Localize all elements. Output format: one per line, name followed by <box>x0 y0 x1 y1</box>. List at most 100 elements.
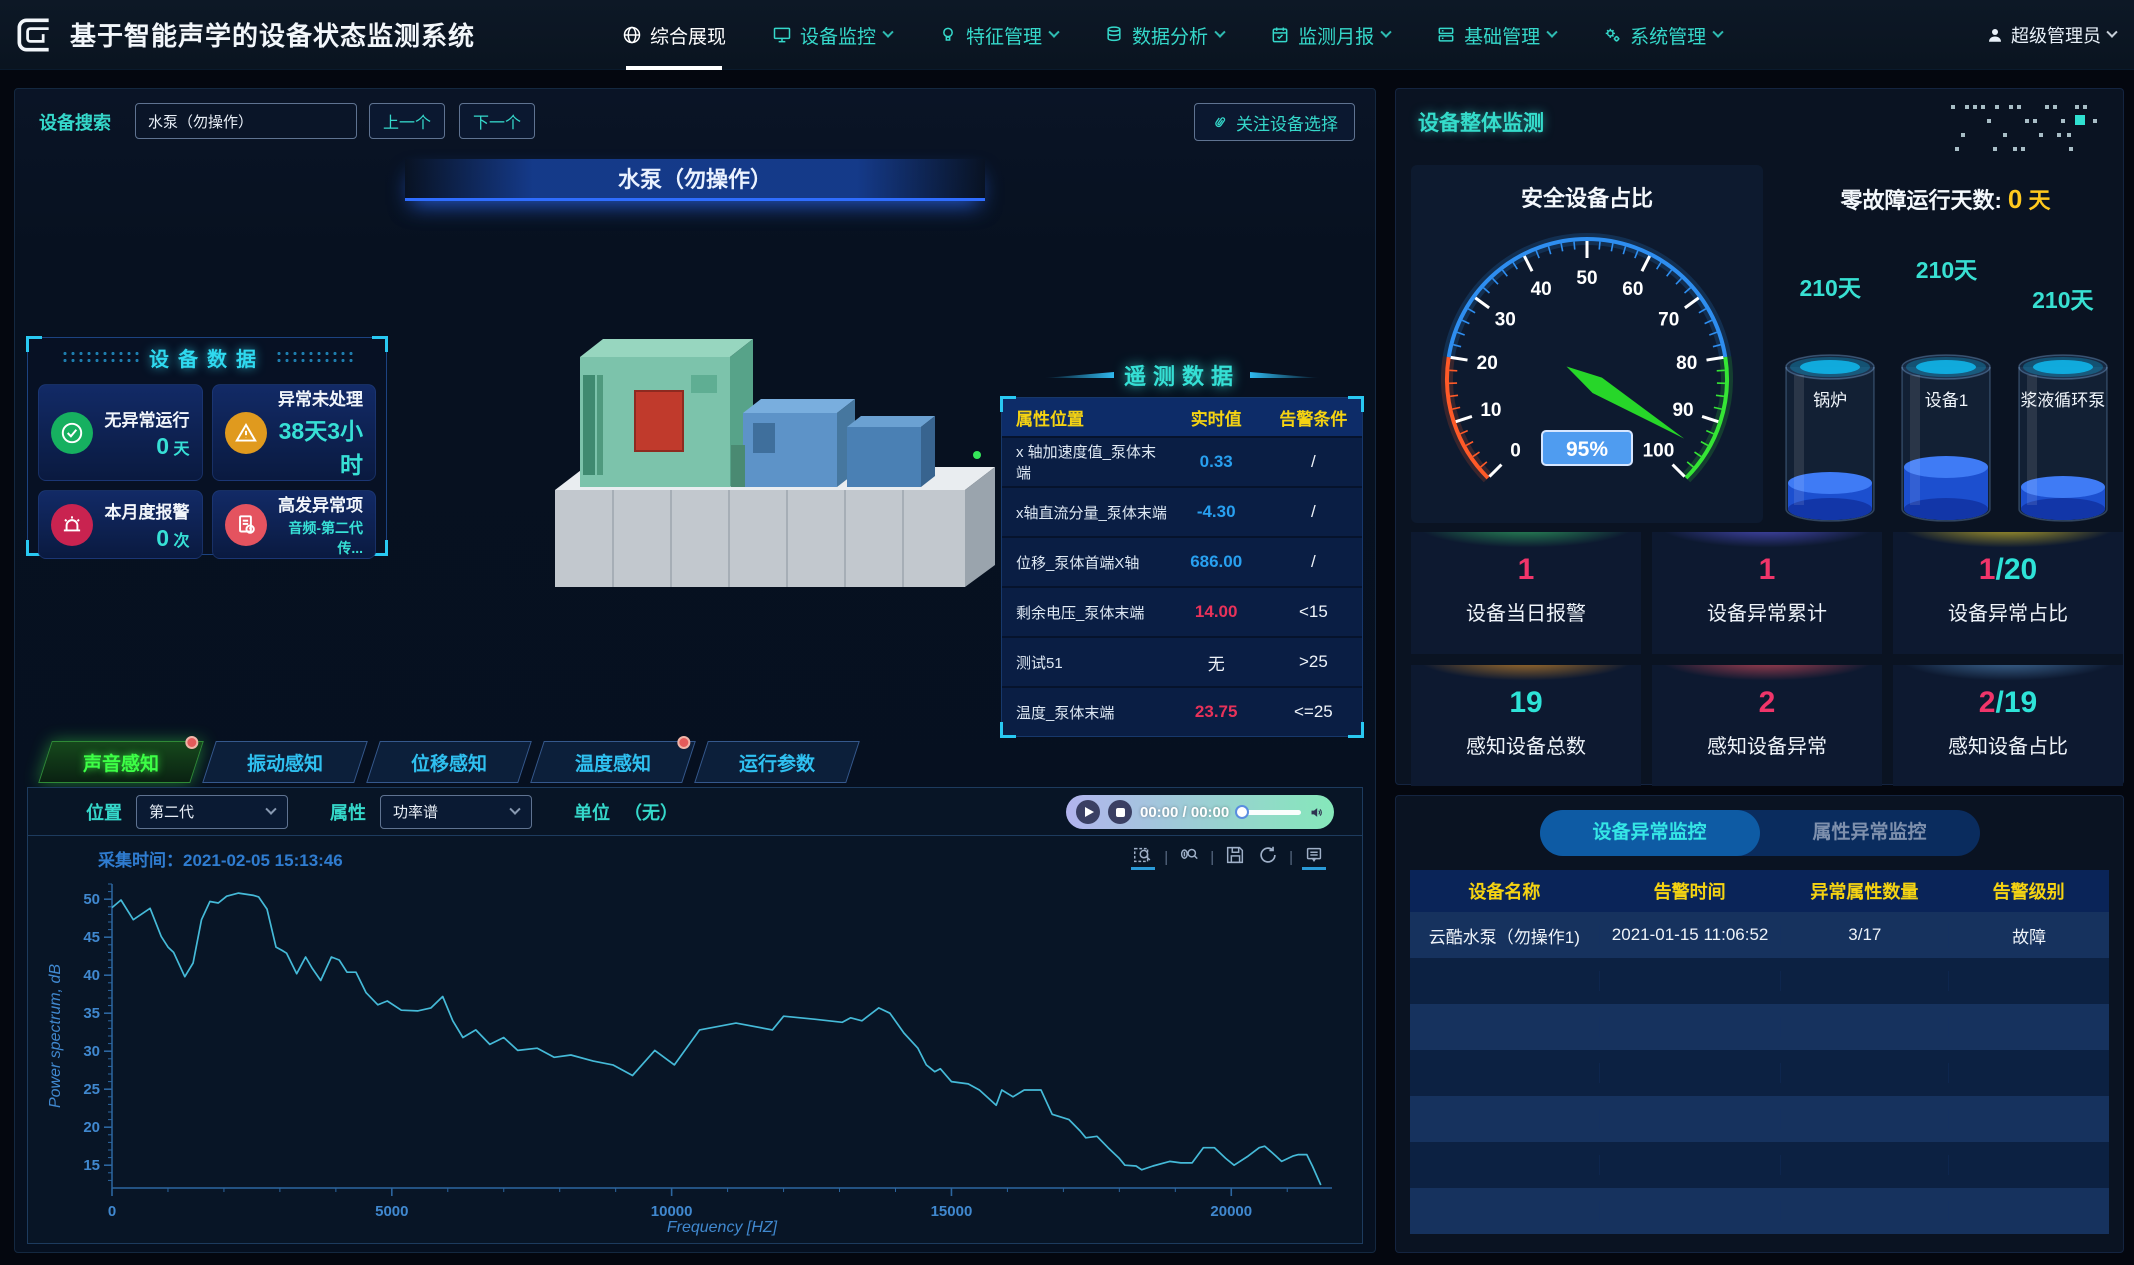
device-data-header: 设备数据 <box>28 338 386 376</box>
unit-value: （无） <box>624 799 678 825</box>
alarm-icon <box>51 504 93 546</box>
alarm-tab-设备异常监控[interactable]: 设备异常监控 <box>1540 810 1760 856</box>
attribute-select[interactable]: 功率谱 <box>380 795 532 829</box>
nav-item-label: 特征管理 <box>966 22 1042 49</box>
alert-badge <box>185 736 198 749</box>
alarm-col-header: 设备名称 <box>1410 878 1599 904</box>
stat-value: 1 <box>1759 553 1776 587</box>
database-icon <box>1104 25 1124 45</box>
svg-text:10: 10 <box>1480 400 1501 421</box>
alarm-row-empty <box>1410 1004 2109 1050</box>
telemetry-col-header: 属性位置 <box>1002 405 1168 430</box>
focus-device-select-button[interactable]: 关注设备选择 <box>1194 103 1355 141</box>
pump-3d-model <box>485 295 1025 595</box>
nav-item-label: 监测月报 <box>1298 22 1374 49</box>
alarm-col-header: 告警时间 <box>1599 878 1781 904</box>
device-data-card-无异常运行: 无异常运行0 天 <box>38 384 203 481</box>
svg-text:95%: 95% <box>1566 438 1608 461</box>
device-data-card-异常未处理: 异常未处理38天3小时 <box>212 384 377 481</box>
refresh-icon[interactable] <box>1256 844 1280 870</box>
telemetry-col-header: 实时值 <box>1168 405 1265 430</box>
speaker-icon <box>1309 803 1324 822</box>
stat-value: 1/20 <box>1979 553 2037 587</box>
cylinder-graphic <box>1778 351 1882 529</box>
zero-fault-value: 0 <box>2008 184 2022 214</box>
svg-text:Power spectrum, dB: Power spectrum, dB <box>47 964 64 1108</box>
nav-item-监测月报[interactable]: 监测月报 <box>1270 0 1390 70</box>
stat-value: 19 <box>1509 686 1542 720</box>
dots-decoration <box>275 350 353 364</box>
nav-item-特征管理[interactable]: 特征管理 <box>938 0 1058 70</box>
svg-text:10000: 10000 <box>651 1203 693 1220</box>
user-name: 超级管理员 <box>2011 22 2101 48</box>
nav-item-设备监控[interactable]: 设备监控 <box>772 0 892 70</box>
card-title: 高发异常项 <box>275 491 364 516</box>
audio-player: 00:00 / 00:00 <box>1066 795 1334 829</box>
stop-icon <box>1116 808 1125 817</box>
stat-label: 设备异常累计 <box>1707 597 1827 626</box>
stat-label: 感知设备占比 <box>1948 730 2068 759</box>
card-value: 38天3小时 <box>275 412 364 480</box>
nav-item-系统管理[interactable]: 系统管理 <box>1602 0 1722 70</box>
capture-time: 采集时间：2021-02-05 15:13:46 <box>98 846 343 871</box>
dots-decoration <box>1947 99 2107 155</box>
user-menu[interactable]: 超级管理员 <box>1986 0 2116 70</box>
stat-tile-感知设备异常: 2感知设备异常 <box>1652 665 1882 787</box>
globe-icon <box>622 25 642 45</box>
stat-tile-设备当日报警: 1设备当日报警 <box>1411 532 1641 654</box>
stop-button[interactable] <box>1108 800 1132 824</box>
slider-knob[interactable] <box>1235 805 1249 819</box>
overall-monitor-card: 设备整体监测 安全设备占比 010203040506070809010095% … <box>1395 88 2124 785</box>
logo-icon <box>12 13 56 57</box>
sense-tabs: 声音感知振动感知位移感知温度感知运行参数 <box>45 741 853 783</box>
navbar: 基于智能声学的设备状态监测系统 综合展现设备监控特征管理数据分析监测月报基础管理… <box>0 0 2134 70</box>
search-label: 设备搜索 <box>39 109 111 135</box>
monitor-icon <box>772 25 792 45</box>
sense-tab-运行参数[interactable]: 运行参数 <box>694 741 860 783</box>
chart-controls: 位置 第二代 属性 功率谱 单位 （无） 00:00 / 00:00 <box>28 788 1362 836</box>
telemetry-row: x 轴加速度值_泵体末端0.33/ <box>1002 436 1362 486</box>
cylinder-days: 210天 <box>1774 269 1886 303</box>
zoom-select-icon[interactable] <box>1131 844 1155 870</box>
sense-tab-振动感知[interactable]: 振动感知 <box>202 741 368 783</box>
safety-gauge: 010203040506070809010095% <box>1414 213 1760 519</box>
user-icon <box>1986 26 2004 44</box>
svg-text:20: 20 <box>1477 353 1498 374</box>
previous-device-button[interactable]: 上一个 <box>369 103 445 139</box>
paperclip-icon <box>1211 114 1228 131</box>
nav-item-label: 设备监控 <box>800 22 876 49</box>
nav-item-基础管理[interactable]: 基础管理 <box>1436 0 1556 70</box>
stat-label: 感知设备异常 <box>1707 730 1827 759</box>
svg-text:90: 90 <box>1672 400 1693 421</box>
position-select[interactable]: 第二代 <box>136 795 288 829</box>
play-button[interactable] <box>1076 800 1100 824</box>
nav-item-综合展现[interactable]: 综合展现 <box>622 0 726 70</box>
safety-gauge-card: 安全设备占比 010203040506070809010095% <box>1411 165 1763 523</box>
save-image-icon[interactable] <box>1223 844 1247 870</box>
chevron-down-icon <box>1380 27 1391 38</box>
alarm-col-header: 告警级别 <box>1948 878 2109 904</box>
data-view-icon[interactable] <box>1302 844 1326 870</box>
svg-text:20000: 20000 <box>1210 1203 1252 1220</box>
model-title-banner: 水泵（勿操作） <box>405 159 985 201</box>
sense-tab-位移感知[interactable]: 位移感知 <box>366 741 532 783</box>
alarm-row-empty <box>1410 1050 2109 1096</box>
nav-item-label: 系统管理 <box>1630 22 1706 49</box>
svg-text:Frequency [HZ]: Frequency [HZ] <box>667 1219 778 1236</box>
alarm-table-header: 设备名称告警时间异常属性数量告警级别 <box>1410 870 2109 912</box>
svg-text:45: 45 <box>83 929 100 946</box>
sense-tab-声音感知[interactable]: 声音感知 <box>38 741 204 783</box>
stat-label: 感知设备总数 <box>1466 730 1586 759</box>
next-device-button[interactable]: 下一个 <box>459 103 535 139</box>
alarm-tabs: 设备异常监控属性异常监控 <box>1540 810 1980 856</box>
svg-text:20: 20 <box>83 1119 100 1136</box>
alarm-tab-属性异常监控[interactable]: 属性异常监控 <box>1760 810 1980 856</box>
play-icon <box>1085 807 1094 817</box>
seek-slider[interactable] <box>1237 810 1301 815</box>
svg-text:70: 70 <box>1658 310 1679 331</box>
nav-item-数据分析[interactable]: 数据分析 <box>1104 0 1224 70</box>
sense-tab-温度感知[interactable]: 温度感知 <box>530 741 696 783</box>
search-input[interactable] <box>135 103 357 139</box>
zoom-reset-icon[interactable] <box>1177 844 1201 870</box>
overall-monitor-panel: 设备整体监测 安全设备占比 010203040506070809010095% … <box>1395 88 2124 1253</box>
